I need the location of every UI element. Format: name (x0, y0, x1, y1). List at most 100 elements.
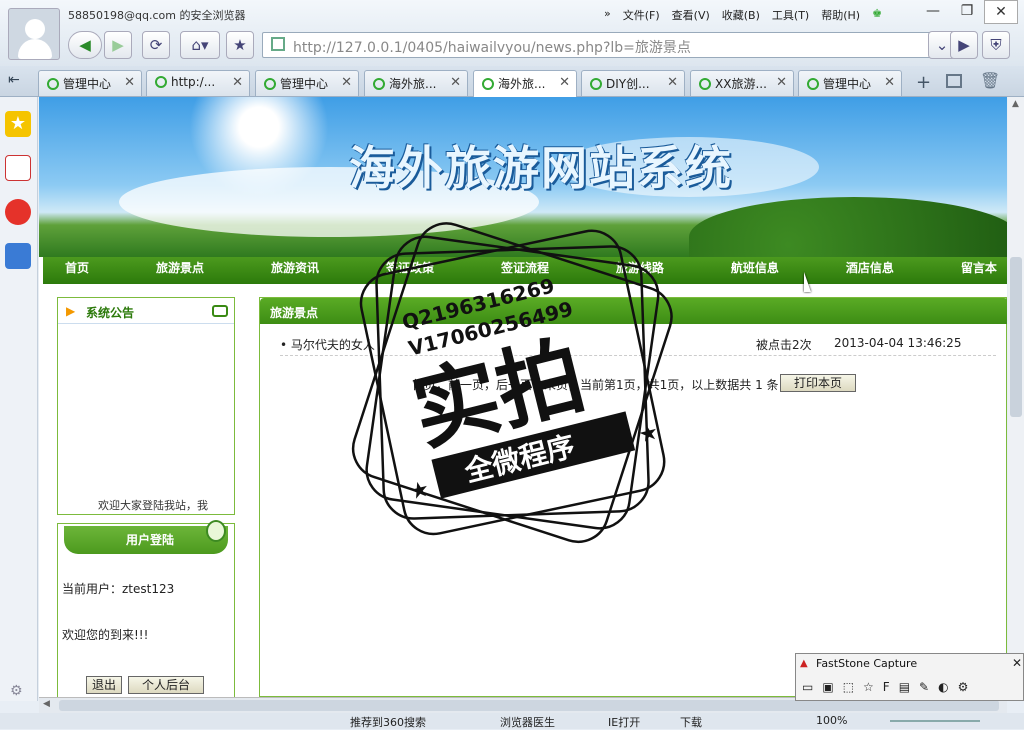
window-controls: — ❐ ✕ (916, 0, 1018, 24)
address-text[interactable]: http://127.0.0.1/0405/haiwailvyou/news.p… (293, 37, 691, 57)
capture-object-icon[interactable]: ▣ (822, 680, 833, 694)
current-user: 当前用户：ztest123 (62, 582, 175, 596)
nav-home[interactable]: 首页 (65, 257, 89, 284)
scroll-up-icon[interactable]: ▲ (1012, 99, 1019, 109)
page-icon (271, 37, 285, 51)
zoom-slider[interactable] (890, 720, 980, 722)
login-panel: 用户登陆 当前用户：ztest123 欢迎您的到来!!! 退出 个人后台 (57, 520, 235, 697)
address-bar[interactable]: http://127.0.0.1/0405/haiwailvyou/news.p… (262, 32, 976, 58)
tab-3[interactable]: 管理中心 ✕ (255, 70, 359, 96)
tab-label: 海外旅... (498, 77, 546, 91)
mobile-icon[interactable] (5, 243, 31, 269)
login-title: 用户登陆 (126, 533, 175, 547)
status-download[interactable]: 下载 (680, 714, 702, 730)
tab-list-icon[interactable] (946, 74, 962, 88)
close-tab-icon[interactable]: ✕ (450, 75, 461, 90)
menu-help[interactable]: 帮助(H) (821, 7, 860, 23)
close-tab-icon[interactable]: ✕ (232, 75, 243, 90)
trash-icon[interactable]: 🗑 (980, 71, 1000, 90)
close-tab-icon[interactable]: ✕ (559, 75, 570, 90)
tab-label: http:/... (171, 75, 216, 89)
user-avatar[interactable] (8, 8, 60, 60)
nav-hotels[interactable]: 酒店信息 (846, 257, 894, 284)
tab-label: 管理中心 (63, 77, 112, 91)
refresh-button[interactable]: ⟳ (142, 31, 170, 59)
nav-flights[interactable]: 航班信息 (731, 257, 779, 284)
close-tab-icon[interactable]: ✕ (341, 75, 352, 90)
capture-freehand-icon[interactable]: ☆ (863, 680, 874, 694)
skin-icon[interactable]: ♚ (872, 7, 882, 23)
home-button[interactable]: ⌂▾ (180, 31, 220, 59)
forward-button[interactable]: ▶ (104, 31, 132, 59)
notice-panel: ▶ 系统公告 欢迎大家登陆我站，我 (57, 297, 235, 515)
site-title: 海外旅游网站系统 (349, 141, 733, 195)
ie-icon (155, 76, 167, 88)
login-header: 用户登陆 (64, 520, 228, 554)
capture-tools: ▭ ▣ ⬚ ☆ F ▤ ✎ ◐ ⚙ (802, 680, 968, 694)
nav-travel-news[interactable]: 旅游资讯 (271, 257, 319, 284)
tab-4[interactable]: 海外旅... ✕ (364, 70, 468, 96)
zoom-level[interactable]: 100% (816, 714, 847, 727)
scroll-thumb[interactable] (1010, 257, 1022, 417)
new-tab-icon[interactable]: + (916, 72, 931, 93)
tab-1[interactable]: 管理中心 ✕ (38, 70, 142, 96)
ie-icon (264, 78, 276, 90)
faststone-logo-icon: ▲ (800, 658, 808, 669)
back-button[interactable]: ◀ (68, 31, 102, 59)
close-tab-icon[interactable]: ✕ (776, 75, 787, 90)
menu-tools[interactable]: 工具(T) (772, 7, 809, 23)
capture-region-icon[interactable]: ⬚ (843, 680, 854, 694)
tab-label: 管理中心 (823, 77, 872, 91)
maximize-button[interactable]: ❐ (950, 0, 984, 24)
tab-strip: ⇤ 管理中心 ✕ http:/... ✕ 管理中心 ✕ 海外旅... ✕ 海外旅... ✕… (0, 66, 1024, 97)
shield-icon[interactable]: ⛨ (982, 31, 1010, 59)
close-button[interactable]: ✕ (984, 0, 1018, 24)
content-title: 旅游景点 (270, 306, 319, 320)
close-tab-icon[interactable]: ✕ (667, 75, 678, 90)
more-icon[interactable]: » (604, 7, 611, 23)
close-tab-icon[interactable]: ✕ (884, 75, 895, 90)
logout-button[interactable]: 退出 (86, 676, 122, 694)
watermark-stamp: Q2196316269 V17060256499 实拍 全微程序 ★ ★ (351, 222, 673, 544)
tab-6[interactable]: DIY创... ✕ (581, 70, 685, 96)
print-page-button[interactable]: 打印本页 (780, 374, 856, 392)
status-browser-doctor[interactable]: 浏览器医生 (500, 714, 555, 730)
weibo-icon[interactable] (5, 199, 31, 225)
ie-icon (807, 78, 819, 90)
menu-bar: » 文件(F) 查看(V) 收藏(B) 工具(T) 帮助(H) ♚ (604, 7, 882, 23)
arrow-icon: ▶ (66, 304, 76, 318)
tab-5-active[interactable]: 海外旅... ✕ (473, 70, 577, 97)
nav-attractions[interactable]: 旅游景点 (156, 257, 204, 284)
tab-label: 海外旅... (389, 77, 437, 91)
settings-gear-icon[interactable]: ⚙ (10, 683, 23, 699)
personal-backend-button[interactable]: 个人后台 (128, 676, 204, 694)
close-tab-icon[interactable]: ✕ (124, 75, 135, 90)
tab-7[interactable]: XX旅游... ✕ (690, 70, 794, 96)
go-button[interactable]: ▶ (950, 31, 978, 59)
scroll-thumb[interactable] (59, 700, 999, 711)
status-ie-open[interactable]: IE打开 (608, 714, 640, 730)
close-icon[interactable]: ✕ (1012, 656, 1022, 670)
capture-window-icon[interactable]: ▭ (802, 680, 813, 694)
ie-icon (47, 78, 59, 90)
menu-favorites[interactable]: 收藏(B) (722, 7, 760, 23)
favorite-star-button[interactable]: ★ (226, 31, 254, 59)
menu-view[interactable]: 查看(V) (672, 7, 710, 23)
tab-2[interactable]: http:/... ✕ (146, 70, 250, 96)
sidebar-toggle-icon[interactable]: ⇤ (8, 72, 20, 88)
menu-file[interactable]: 文件(F) (623, 7, 660, 23)
color-picker-icon[interactable]: ✎ (919, 680, 929, 694)
capture-scroll-icon[interactable]: ▤ (899, 680, 910, 694)
favorites-star-icon[interactable]: ★ (5, 111, 31, 137)
scroll-left-icon[interactable]: ◀ (43, 699, 50, 709)
tab-8[interactable]: 管理中心 ✕ (798, 70, 902, 96)
news-icon[interactable] (5, 155, 31, 181)
settings-icon[interactable]: ⚙ (958, 680, 969, 694)
nav-guestbook[interactable]: 留言本 (961, 257, 997, 284)
capture-full-screen-icon[interactable]: F (883, 680, 890, 694)
vertical-scrollbar[interactable]: ▲ (1008, 97, 1024, 697)
palette-icon[interactable]: ◐ (938, 680, 948, 694)
status-360-search[interactable]: 推荐到360搜索 (350, 714, 426, 730)
browser-title: 58850198@qq.com 的安全浏览器 (68, 9, 246, 22)
minimize-button[interactable]: — (916, 0, 950, 24)
